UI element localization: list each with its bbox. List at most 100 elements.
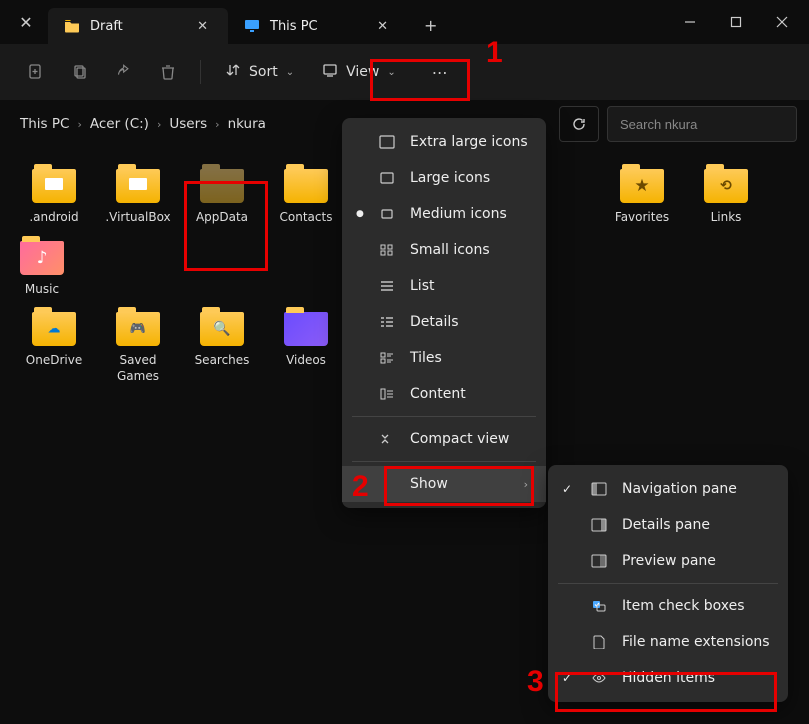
maximize-button[interactable] (713, 6, 759, 38)
menu-item-medium-icons[interactable]: ● Medium icons (342, 196, 546, 232)
menu-item-small-icons[interactable]: Small icons (342, 232, 546, 268)
menu-item-compact-view[interactable]: Compact view (342, 421, 546, 457)
file-label: Videos (286, 353, 326, 369)
crumb[interactable]: Users (169, 116, 207, 132)
folder-icon: ☁ (30, 309, 78, 349)
folder-item-appdata[interactable]: AppData (180, 160, 264, 232)
menu-item-list[interactable]: List (342, 268, 546, 304)
window-controls (667, 6, 805, 38)
menu-separator (352, 461, 536, 462)
chevron-down-icon: ⌄ (387, 67, 395, 78)
sort-icon (225, 62, 241, 82)
file-label: Saved Games (98, 353, 178, 384)
menu-label: Details pane (622, 517, 770, 533)
folder-icon (282, 309, 330, 349)
folder-item-music[interactable]: ♪ Music (12, 232, 72, 304)
folder-icon: ♪ (18, 238, 66, 278)
menu-item-item-check-boxes[interactable]: Item check boxes (548, 588, 788, 624)
chevron-right-icon: › (213, 118, 221, 131)
toolbar-divider (200, 60, 201, 84)
refresh-button[interactable] (559, 106, 599, 142)
file-label: Links (711, 210, 742, 226)
folder-item-savedgames[interactable]: 🎮 Saved Games (96, 303, 180, 390)
menu-item-hidden-items[interactable]: ✓ Hidden items (548, 660, 788, 696)
sort-button[interactable]: Sort ⌄ (213, 56, 306, 88)
chevron-right-icon: › (524, 478, 528, 491)
sort-label: Sort (249, 64, 278, 80)
folder-icon (198, 166, 246, 206)
share-button[interactable] (104, 52, 144, 92)
folder-item-contacts[interactable]: Contacts (264, 160, 348, 232)
details-icon (378, 315, 396, 329)
menu-item-preview-pane[interactable]: Preview pane (548, 543, 788, 579)
menu-label: Medium icons (410, 206, 528, 222)
list-icon (378, 279, 396, 293)
new-tab-button[interactable]: + (408, 16, 453, 35)
minimize-button[interactable] (667, 6, 713, 38)
menu-label: Hidden items (622, 670, 770, 686)
menu-item-details[interactable]: Details (342, 304, 546, 340)
folder-item-searches[interactable]: 🔍 Searches (180, 303, 264, 390)
titlebar: ✕ Draft ✕ This PC ✕ + (0, 0, 809, 44)
folder-item-links[interactable]: ⟲ Links (684, 160, 768, 232)
folder-icon (64, 18, 80, 34)
file-label: Music (25, 282, 59, 298)
crumb[interactable]: Acer (C:) (90, 116, 149, 132)
close-icon[interactable]: ✕ (373, 19, 392, 34)
folder-item-onedrive[interactable]: ☁ OneDrive (12, 303, 96, 390)
grid-icon (378, 243, 396, 257)
content-icon (378, 387, 396, 401)
tab-thispc[interactable]: This PC ✕ (228, 8, 408, 44)
file-label: Searches (195, 353, 250, 369)
menu-separator (558, 583, 778, 584)
copy-button[interactable] (60, 52, 100, 92)
delete-button[interactable] (148, 52, 188, 92)
new-item-button[interactable] (16, 52, 56, 92)
annotation-number-3: 3 (527, 665, 544, 699)
tab-draft[interactable]: Draft ✕ (48, 8, 228, 44)
folder-icon (282, 166, 330, 206)
view-icon (322, 62, 338, 82)
menu-label: Preview pane (622, 553, 770, 569)
menu-label: List (410, 278, 528, 294)
menu-item-navigation-pane[interactable]: ✓ Navigation pane (548, 471, 788, 507)
more-button[interactable]: ⋯ (420, 52, 460, 92)
show-submenu: ✓ Navigation pane Details pane Preview p… (548, 465, 788, 702)
file-label: Favorites (615, 210, 669, 226)
detailspane-icon (590, 518, 608, 532)
folder-icon: 🎮 (114, 309, 162, 349)
close-button[interactable] (759, 6, 805, 38)
menu-label: Navigation pane (622, 481, 770, 497)
menu-item-extra-large-icons[interactable]: Extra large icons (342, 124, 546, 160)
rect-icon (378, 207, 396, 221)
menu-label: Tiles (410, 350, 528, 366)
menu-item-tiles[interactable]: Tiles (342, 340, 546, 376)
rect-icon (378, 135, 396, 149)
folder-icon (30, 166, 78, 206)
folder-item-videos[interactable]: Videos (264, 303, 348, 390)
close-tab-leading[interactable]: ✕ (4, 13, 48, 32)
menu-label: Details (410, 314, 528, 330)
bullet-icon: ● (356, 209, 364, 219)
close-icon[interactable]: ✕ (193, 19, 212, 34)
menu-item-large-icons[interactable]: Large icons (342, 160, 546, 196)
tab-label: This PC (270, 19, 363, 34)
search-input[interactable] (607, 106, 797, 142)
menu-label: Item check boxes (622, 598, 770, 614)
menu-item-details-pane[interactable]: Details pane (548, 507, 788, 543)
crumb[interactable]: This PC (20, 116, 69, 132)
folder-item-android[interactable]: .android (12, 160, 96, 232)
menu-label: Small icons (410, 242, 528, 258)
view-button[interactable]: View ⌄ (310, 56, 408, 88)
menu-item-file-name-extensions[interactable]: File name extensions (548, 624, 788, 660)
view-label: View (346, 64, 379, 80)
chevron-right-icon: › (155, 118, 163, 131)
folder-item-favorites[interactable]: ★ Favorites (600, 160, 684, 232)
file-label: AppData (196, 210, 248, 226)
folder-item-virtualbox[interactable]: .VirtualBox (96, 160, 180, 232)
menu-label: Content (410, 386, 528, 402)
menu-item-show[interactable]: Show › (342, 466, 546, 502)
menu-label: Compact view (410, 431, 528, 447)
menu-item-content[interactable]: Content (342, 376, 546, 412)
crumb[interactable]: nkura (228, 116, 266, 132)
